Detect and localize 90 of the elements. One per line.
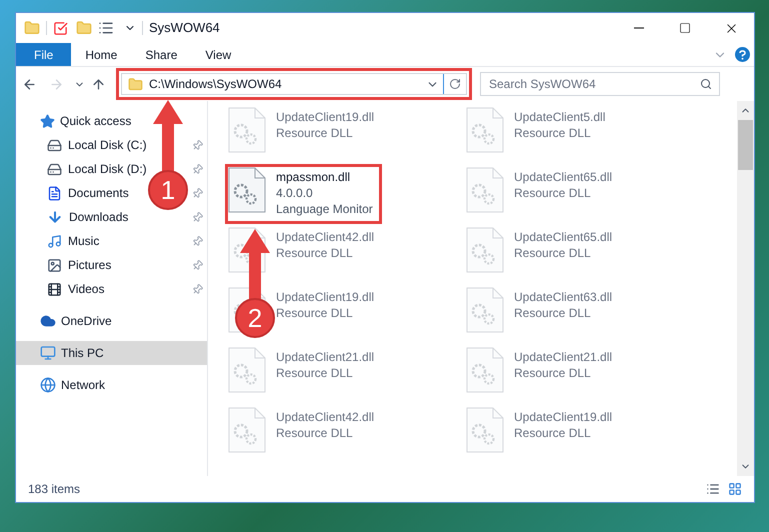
document-icon bbox=[47, 186, 62, 200]
file-name[interactable]: UpdateClient19.dll bbox=[276, 109, 374, 125]
file-name[interactable]: UpdateClient42.dll bbox=[276, 229, 374, 245]
file-label[interactable]: UpdateClient42.dll Resource DLL bbox=[276, 407, 374, 441]
window-title: SysWOW64 bbox=[149, 19, 220, 38]
file-detail: Resource DLL bbox=[276, 125, 354, 141]
sidebar-item[interactable]: Videos bbox=[47, 280, 104, 298]
minimize-icon bbox=[634, 27, 644, 29]
file-label[interactable]: UpdateClient65.dll Resource DLL bbox=[514, 167, 612, 201]
ribbon-tab[interactable]: Share bbox=[131, 43, 192, 66]
sidebar-item[interactable]: Music bbox=[47, 232, 100, 250]
file-label[interactable]: UpdateClient19.dll Resource DLL bbox=[514, 407, 612, 441]
dll-file-icon bbox=[228, 407, 266, 453]
file-detail: 4.0.0.0 bbox=[276, 185, 314, 201]
file-detail: Resource DLL bbox=[514, 425, 592, 441]
file-name[interactable]: UpdateClient5.dll bbox=[514, 109, 606, 125]
sidebar-item[interactable]: Documents bbox=[47, 184, 129, 202]
search-field[interactable]: Search SysWOW64 bbox=[480, 72, 720, 96]
address-path: C:\Windows\SysWOW64 bbox=[149, 76, 282, 93]
dll-file-icon bbox=[466, 227, 504, 273]
search-icon[interactable] bbox=[700, 78, 712, 90]
file-name[interactable]: UpdateClient63.dll bbox=[514, 289, 612, 305]
file-detail: Resource DLL bbox=[514, 185, 592, 201]
file-detail: Resource DLL bbox=[514, 125, 592, 141]
maximize-icon bbox=[679, 22, 691, 34]
file-label[interactable]: UpdateClient19.dll Resource DLL bbox=[276, 107, 374, 141]
dll-file-icon bbox=[228, 167, 266, 213]
checklist-icon[interactable] bbox=[53, 20, 68, 36]
file-label[interactable]: UpdateClient65.dll Resource DLL bbox=[514, 227, 612, 261]
file-name[interactable]: UpdateClient42.dll bbox=[276, 409, 374, 425]
item-count: 183 items bbox=[28, 481, 80, 498]
address-bar[interactable]: C:\Windows\SysWOW64 bbox=[121, 73, 467, 95]
dll-file-icon bbox=[466, 287, 504, 333]
file-name[interactable]: mpassmon.dll bbox=[276, 169, 373, 185]
film-icon bbox=[47, 282, 62, 296]
file-label[interactable]: UpdateClient21.dll Resource DLL bbox=[514, 347, 612, 381]
picture-icon bbox=[47, 258, 62, 272]
refresh-icon[interactable] bbox=[449, 78, 461, 90]
scroll-thumb[interactable] bbox=[738, 120, 753, 170]
drive-icon bbox=[47, 138, 62, 152]
file-name[interactable]: UpdateClient21.dll bbox=[276, 349, 374, 365]
file-detail: Resource DLL bbox=[514, 305, 592, 321]
file-name[interactable]: UpdateClient65.dll bbox=[514, 229, 612, 245]
sidebar-item[interactable]: Quick access bbox=[16, 109, 207, 133]
file-detail: Resource DLL bbox=[276, 305, 354, 321]
dll-file-icon bbox=[466, 107, 504, 153]
music-note-icon bbox=[47, 234, 62, 248]
dll-file-icon bbox=[228, 347, 266, 393]
sidebar-item[interactable]: Network bbox=[16, 373, 207, 397]
arrow bbox=[240, 229, 270, 301]
file-name[interactable]: UpdateClient19.dll bbox=[276, 289, 374, 305]
file-name[interactable]: UpdateClient19.dll bbox=[514, 409, 612, 425]
cloud-icon bbox=[40, 313, 56, 329]
ribbon-tab[interactable]: File bbox=[16, 43, 72, 66]
file-name[interactable]: UpdateClient21.dll bbox=[514, 349, 612, 365]
sidebar-item[interactable]: Local Disk (D:) bbox=[47, 160, 147, 178]
monitor-icon bbox=[40, 345, 56, 361]
properties-list-icon[interactable] bbox=[98, 20, 114, 36]
sidebar-item[interactable]: Pictures bbox=[47, 256, 112, 274]
file-detail: Language Monitor bbox=[276, 201, 373, 217]
network-globe-icon bbox=[40, 377, 56, 393]
sidebar-item[interactable]: Local Disk (C:) bbox=[47, 136, 147, 154]
file-label[interactable]: mpassmon.dll 4.0.0.0 Language Monitor bbox=[276, 167, 373, 217]
ribbon-tab[interactable]: Home bbox=[71, 43, 132, 66]
file-detail: Resource DLL bbox=[276, 365, 354, 381]
file-label[interactable]: UpdateClient19.dll Resource DLL bbox=[276, 287, 374, 321]
sidebar-item[interactable]: Downloads bbox=[47, 208, 128, 226]
star-icon bbox=[40, 114, 55, 128]
dll-file-icon bbox=[466, 167, 504, 213]
file-label[interactable]: UpdateClient21.dll Resource DLL bbox=[276, 347, 374, 381]
file-detail: Resource DLL bbox=[514, 245, 592, 261]
file-detail: Resource DLL bbox=[514, 365, 592, 381]
dll-file-icon bbox=[228, 107, 266, 153]
file-name[interactable]: UpdateClient65.dll bbox=[514, 169, 612, 185]
details-view-icon[interactable] bbox=[706, 482, 720, 496]
file-label[interactable]: UpdateClient63.dll Resource DLL bbox=[514, 287, 612, 321]
file-detail: Resource DLL bbox=[276, 425, 354, 441]
ribbon-tab[interactable]: View bbox=[191, 43, 246, 66]
file-detail: Resource DLL bbox=[276, 245, 354, 261]
sidebar-item[interactable]: OneDrive bbox=[16, 309, 207, 333]
large-icons-view-icon[interactable] bbox=[728, 482, 742, 496]
sidebar-item[interactable]: This PC bbox=[16, 341, 207, 365]
dll-file-icon bbox=[466, 407, 504, 453]
file-label[interactable]: UpdateClient5.dll Resource DLL bbox=[514, 107, 606, 141]
file-label[interactable]: UpdateClient42.dll Resource DLL bbox=[276, 227, 374, 261]
folder-icon bbox=[128, 76, 143, 92]
scrollbar[interactable] bbox=[737, 101, 754, 476]
dll-file-icon bbox=[466, 347, 504, 393]
help-icon[interactable] bbox=[735, 47, 750, 62]
drive-icon bbox=[47, 162, 62, 176]
